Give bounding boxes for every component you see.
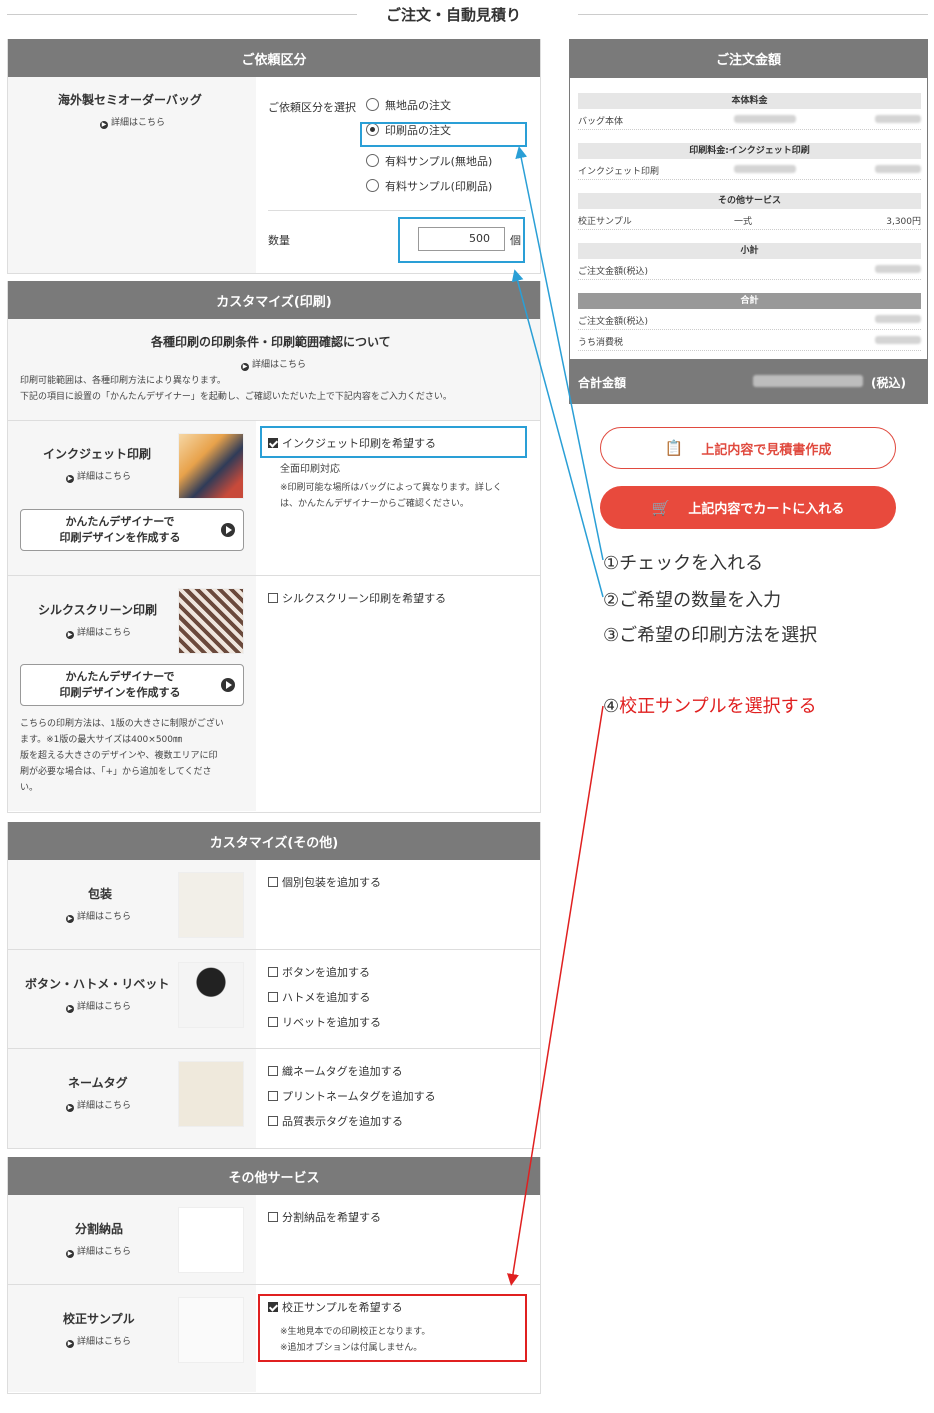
arrow-to-sample [507, 705, 604, 1286]
arrow-to-print-method [515, 146, 604, 561]
arrow-to-quantity [511, 269, 604, 598]
annotation-arrows [507, 146, 604, 1286]
